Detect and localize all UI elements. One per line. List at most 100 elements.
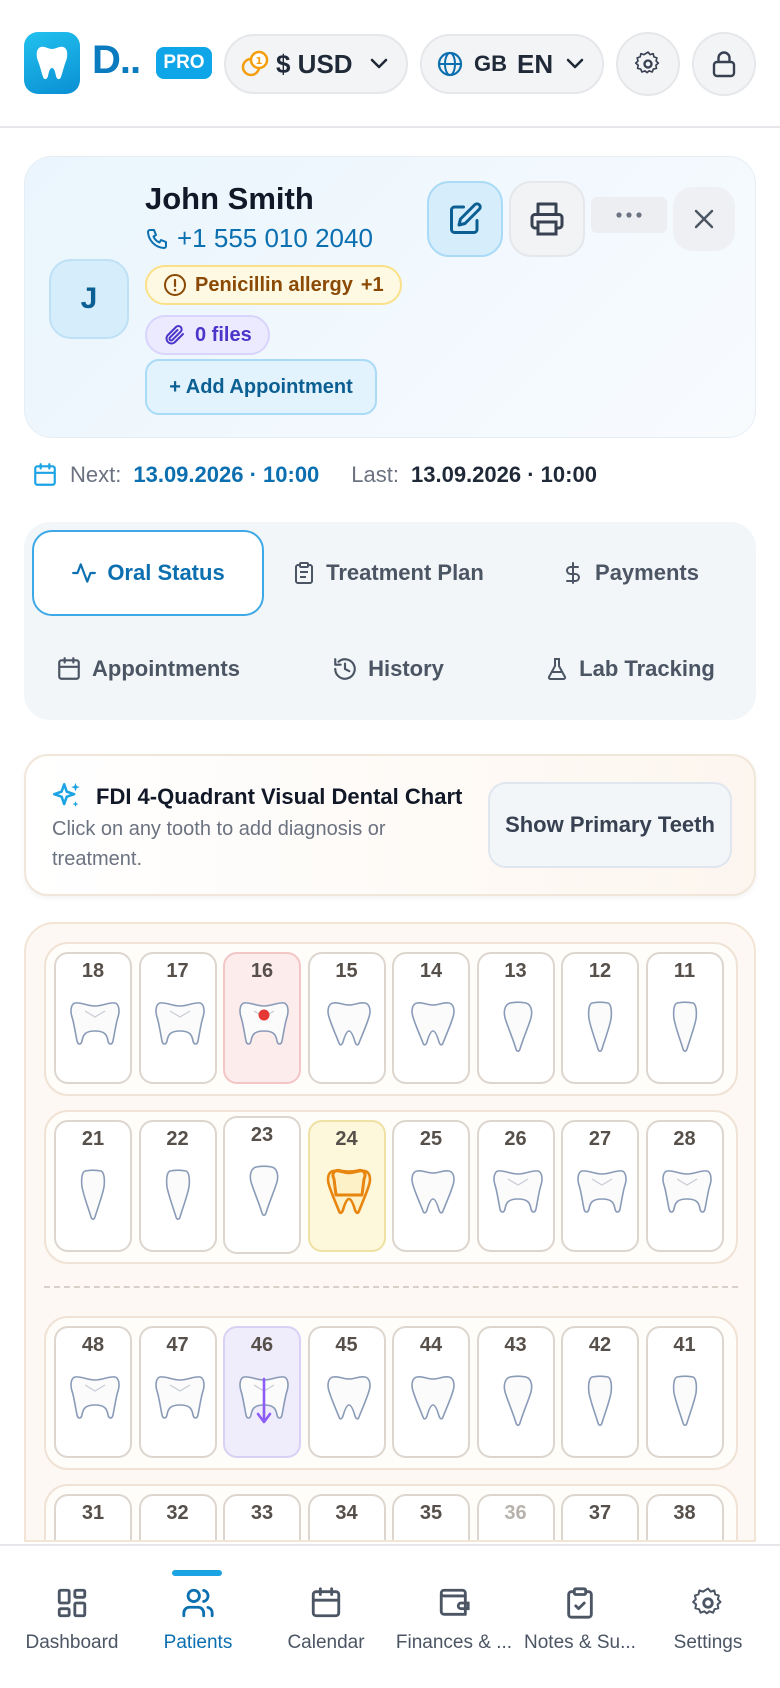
tooth-12[interactable]: 12 [561,952,639,1084]
tooth-21[interactable]: 21 [54,1120,132,1252]
tooth-47[interactable]: 47 [138,1326,217,1458]
tooth-45[interactable]: 45 [307,1326,386,1458]
tooth-premolar-icon [411,1375,455,1420]
tooth-13[interactable]: 13 [476,952,555,1084]
tab-label: Lab Tracking [579,656,715,681]
pro-badge: PRO [156,47,212,79]
more-options-button[interactable] [591,197,667,233]
currency-select[interactable]: 1 $ USD [224,34,408,94]
tooth-41[interactable]: 41 [645,1326,724,1458]
close-button[interactable] [673,187,735,251]
tooth-44[interactable]: 44 [392,1326,470,1458]
tooth-number: 24 [335,1128,358,1150]
tooth-46[interactable]: 46 [223,1326,301,1458]
files-badge[interactable]: 0 files [145,315,270,355]
tooth-32[interactable]: 32 [138,1494,217,1540]
tooth-molar-icon [239,1376,289,1424]
tab-label: Appointments [92,656,240,681]
tooth-24[interactable]: 24 [307,1120,386,1252]
tooth-36[interactable]: 36 [476,1494,555,1540]
tooth-23[interactable]: 23 [223,1116,301,1254]
tooth-38[interactable]: 38 [645,1494,724,1540]
tooth-22[interactable]: 22 [138,1120,217,1252]
tooth-28[interactable]: 28 [645,1120,724,1252]
close-icon [694,209,714,229]
patient-phone-number: +1 555 010 2040 [177,223,373,253]
tooth-48[interactable]: 48 [54,1326,132,1458]
tooth-37[interactable]: 37 [561,1494,639,1540]
tooth-11[interactable]: 11 [645,952,724,1084]
nav-label: Notes & Su... [524,1632,636,1653]
tooth-canine-icon [249,1165,279,1217]
nav-finances[interactable]: Finances & ... [392,1586,516,1654]
tooth-25[interactable]: 25 [392,1120,470,1252]
show-primary-teeth-button[interactable]: Show Primary Teeth [488,782,732,868]
tooth-43[interactable]: 43 [476,1326,555,1458]
tooth-number: 28 [673,1128,696,1150]
tooth-molar-icon [661,1170,712,1213]
add-appointment-button[interactable]: + Add Appointment [145,359,377,415]
dental-chart-header: FDI 4-Quadrant Visual Dental Chart Click… [24,754,756,896]
tooth-34[interactable]: 34 [307,1494,386,1540]
appointment-dates: Next: 13.09.2026 · 10:00 Last: 13.09.202… [32,462,597,488]
tab-payments[interactable]: Payments [512,530,748,616]
tooth-26[interactable]: 26 [476,1120,555,1252]
patient-phone[interactable]: +1 555 010 2040 [145,223,373,254]
tooth-16[interactable]: 16 [223,952,301,1084]
tab-label: History [368,656,444,681]
nav-notes[interactable]: Notes & Su... [518,1586,642,1654]
edit-patient-button[interactable] [427,181,503,257]
tab-appointments[interactable]: Appointments [32,626,264,712]
settings-button[interactable] [616,32,680,96]
tab-treatment-plan[interactable]: Treatment Plan [272,530,504,616]
tooth-incisor-icon [672,1375,697,1427]
tab-oral-status[interactable]: Oral Status [32,530,264,616]
tooth-33[interactable]: 33 [223,1494,301,1540]
tooth-35[interactable]: 35 [392,1494,470,1540]
tooth-27[interactable]: 27 [561,1120,639,1252]
paperclip-icon [165,325,184,345]
allergy-badge[interactable]: Penicillin allergy +1 [145,265,402,305]
tooth-number: 15 [335,960,358,982]
nav-dashboard[interactable]: Dashboard [10,1586,134,1654]
language-select[interactable]: GB EN [420,34,604,94]
quadrant-lower-right: 48 47 46 45 44 43 42 41 [44,1316,738,1470]
history-icon [334,658,356,680]
nav-patients[interactable]: Patients [136,1586,260,1654]
tooth-molar-icon [70,1002,120,1045]
tooth-15[interactable]: 15 [307,952,386,1084]
print-button[interactable] [509,181,585,257]
dental-chart-subtitle: Click on any tooth to add diagnosis or t… [52,818,386,870]
sparkles-icon [52,782,80,807]
tooth-42[interactable]: 42 [561,1326,639,1458]
tooth-number: 26 [504,1128,527,1150]
tab-history[interactable]: History [272,626,504,712]
tooth-premolar-icon [326,1169,371,1215]
clipboard-icon [295,562,314,584]
tooth-18[interactable]: 18 [54,952,132,1084]
tooth-number: 32 [166,1502,189,1524]
tooth-molar-icon [577,1170,627,1213]
svg-text:1: 1 [256,56,263,67]
tooth-17[interactable]: 17 [138,952,217,1084]
nav-calendar[interactable]: Calendar [264,1586,388,1654]
app-logo[interactable] [24,32,80,94]
nav-settings[interactable]: Settings [646,1586,770,1654]
tooth-molar-icon [154,1376,205,1419]
active-tab-indicator [172,1570,222,1576]
tooth-14[interactable]: 14 [392,952,470,1084]
patient-name: John Smith [145,181,314,216]
tab-label: Treatment Plan [326,560,484,585]
nav-label: Dashboard [25,1632,119,1653]
tab-label: Oral Status [107,560,225,585]
tab-lab-tracking[interactable]: Lab Tracking [512,626,748,712]
calendar-icon [58,657,80,680]
tooth-31[interactable]: 31 [54,1494,132,1540]
tooth-premolar-icon [326,1001,371,1046]
printer-icon [530,202,564,236]
dental-chart-title: FDI 4-Quadrant Visual Dental Chart [96,784,463,809]
tooth-number: 21 [81,1128,105,1150]
coins-icon: 1 [241,50,269,77]
tooth-molar-icon [492,1170,543,1213]
lock-button[interactable] [692,32,756,96]
